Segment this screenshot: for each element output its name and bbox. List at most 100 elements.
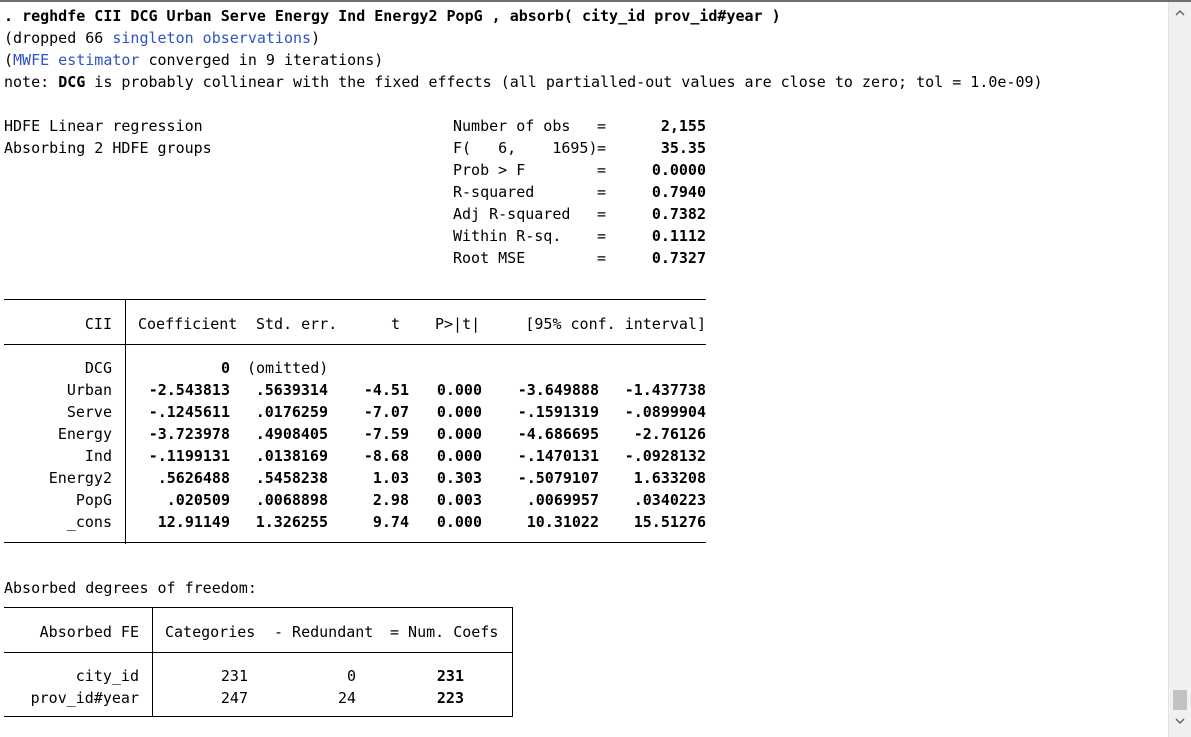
row-p: 0.000 xyxy=(436,381,482,399)
row-se: .5639314 xyxy=(255,381,328,399)
row-se: .4908405 xyxy=(255,425,328,443)
row-var: DCG xyxy=(84,359,112,377)
row-se: .5458238 xyxy=(255,469,328,487)
collinear-note: note: DCG is probably collinear with the… xyxy=(4,71,1043,93)
dropped-message: (dropped 66 singleton observations) xyxy=(4,27,320,49)
stat-value: 0.7327 xyxy=(651,249,706,267)
row-t: 2.98 xyxy=(372,491,409,509)
row-t: -7.07 xyxy=(363,403,409,421)
chevron-down-icon[interactable] xyxy=(1169,712,1191,734)
results-window[interactable]: . reghdfe CII DCG Urban Serve Energy Ind… xyxy=(0,2,1168,737)
vertical-scrollbar[interactable] xyxy=(1168,2,1191,737)
table-divider xyxy=(125,299,126,544)
command-prefix: . xyxy=(4,7,23,25)
fe-num-coefs: 231 xyxy=(436,667,464,685)
t-header: t xyxy=(390,315,400,333)
chevron-up-icon[interactable] xyxy=(1169,4,1191,26)
row-ci-high: -.0899904 xyxy=(624,403,706,421)
scrollbar-thumb[interactable] xyxy=(1173,690,1187,710)
row-se: .0138169 xyxy=(255,447,328,465)
row-coef: -.1245611 xyxy=(148,403,230,421)
row-p: 0.000 xyxy=(436,447,482,465)
stat-value: 0.1112 xyxy=(651,227,706,245)
row-ci-high: 15.51276 xyxy=(633,513,706,531)
stat-label: Within R-sq. xyxy=(453,227,562,245)
absorbed-bottom-rule xyxy=(4,716,513,717)
row-se: 1.326255 xyxy=(255,513,328,531)
note-prefix: note: xyxy=(4,73,59,91)
row-ci-high: -2.76126 xyxy=(633,425,706,443)
row-var: _cons xyxy=(66,513,112,531)
mwfe-estimator-link[interactable]: MWFE estimator xyxy=(13,51,139,69)
mwfe-message: (MWFE estimator converged in 9 iteration… xyxy=(4,49,383,71)
row-se: (omitted) xyxy=(247,359,329,377)
row-coef: -2.543813 xyxy=(148,381,230,399)
row-ci-low: -4.686695 xyxy=(517,425,599,443)
stat-eq: = xyxy=(597,227,607,245)
dropped-suffix: ) xyxy=(311,29,321,47)
stat-eq: = xyxy=(597,249,607,267)
row-ci-high: -1.437738 xyxy=(624,381,706,399)
row-var: Ind xyxy=(84,447,112,465)
row-p: 0.303 xyxy=(436,469,482,487)
categories-header: Categories xyxy=(165,623,256,641)
absorbed-right-border xyxy=(512,607,513,717)
stat-eq: = xyxy=(597,161,607,179)
stat-label: R-squared xyxy=(453,183,535,201)
stat-value: 0.7940 xyxy=(651,183,706,201)
fe-name: city_id xyxy=(75,667,139,685)
row-coef: 12.91149 xyxy=(157,513,230,531)
row-var: Energy2 xyxy=(48,469,112,487)
se-header: Std. err. xyxy=(256,315,338,333)
row-coef: -.1199131 xyxy=(148,447,230,465)
row-var: Serve xyxy=(66,403,112,421)
depvar-header: CII xyxy=(84,315,112,333)
stat-value: 2,155 xyxy=(660,117,706,135)
model-title: HDFE Linear regression xyxy=(4,117,203,135)
row-p: 0.003 xyxy=(436,491,482,509)
absorbed-divider xyxy=(152,607,153,717)
row-t: -8.68 xyxy=(363,447,409,465)
row-coef: .020509 xyxy=(166,491,230,509)
note-variable: DCG xyxy=(58,73,86,91)
table-header-rule xyxy=(4,344,706,345)
row-ci-high: -.0928132 xyxy=(624,447,706,465)
fe-categories: 231 xyxy=(220,667,248,685)
absorbed-header-rule xyxy=(4,652,513,653)
fe-categories: 247 xyxy=(220,689,248,707)
row-t: 9.74 xyxy=(372,513,409,531)
row-ci-low: -.5079107 xyxy=(517,469,599,487)
stat-value: 0.7382 xyxy=(651,205,706,223)
dropped-prefix: (dropped 66 xyxy=(4,29,113,47)
table-top-rule xyxy=(4,299,706,300)
absorbed-top-rule xyxy=(4,607,513,608)
model-subtitle: Absorbing 2 HDFE groups xyxy=(4,139,212,157)
row-var: Energy xyxy=(57,425,112,443)
row-t: 1.03 xyxy=(372,469,409,487)
stat-value: 0.0000 xyxy=(651,161,706,179)
fe-num-coefs: 223 xyxy=(436,689,464,707)
row-p: 0.000 xyxy=(436,513,482,531)
stat-value: 35.35 xyxy=(660,139,706,157)
row-coef: 0 xyxy=(220,359,230,377)
ci-header: [95% conf. interval] xyxy=(525,315,706,333)
row-ci-low: .0069957 xyxy=(526,491,599,509)
num-coefs-header: = Num. Coefs xyxy=(390,623,499,641)
row-p: 0.000 xyxy=(436,425,482,443)
command-text: reghdfe CII DCG Urban Serve Energy Ind E… xyxy=(22,7,781,25)
stat-label: F( 6, 1695) xyxy=(453,139,598,157)
stat-label: Root MSE xyxy=(453,249,526,267)
row-var: PopG xyxy=(75,491,112,509)
coef-header: Coefficient xyxy=(138,315,238,333)
mwfe-suffix: converged in 9 iterations) xyxy=(139,51,384,69)
fe-name: prov_id#year xyxy=(30,689,139,707)
stat-eq: = xyxy=(597,117,607,135)
stat-label: Adj R-squared xyxy=(453,205,571,223)
row-ci-low: -.1591319 xyxy=(517,403,599,421)
row-coef: -3.723978 xyxy=(148,425,230,443)
absorbed-title: Absorbed degrees of freedom: xyxy=(4,579,257,597)
singleton-observations-link[interactable]: singleton observations xyxy=(112,29,311,47)
row-ci-low: 10.31022 xyxy=(526,513,599,531)
fe-redundant: 0 xyxy=(346,667,356,685)
stat-eq: = xyxy=(597,183,607,201)
